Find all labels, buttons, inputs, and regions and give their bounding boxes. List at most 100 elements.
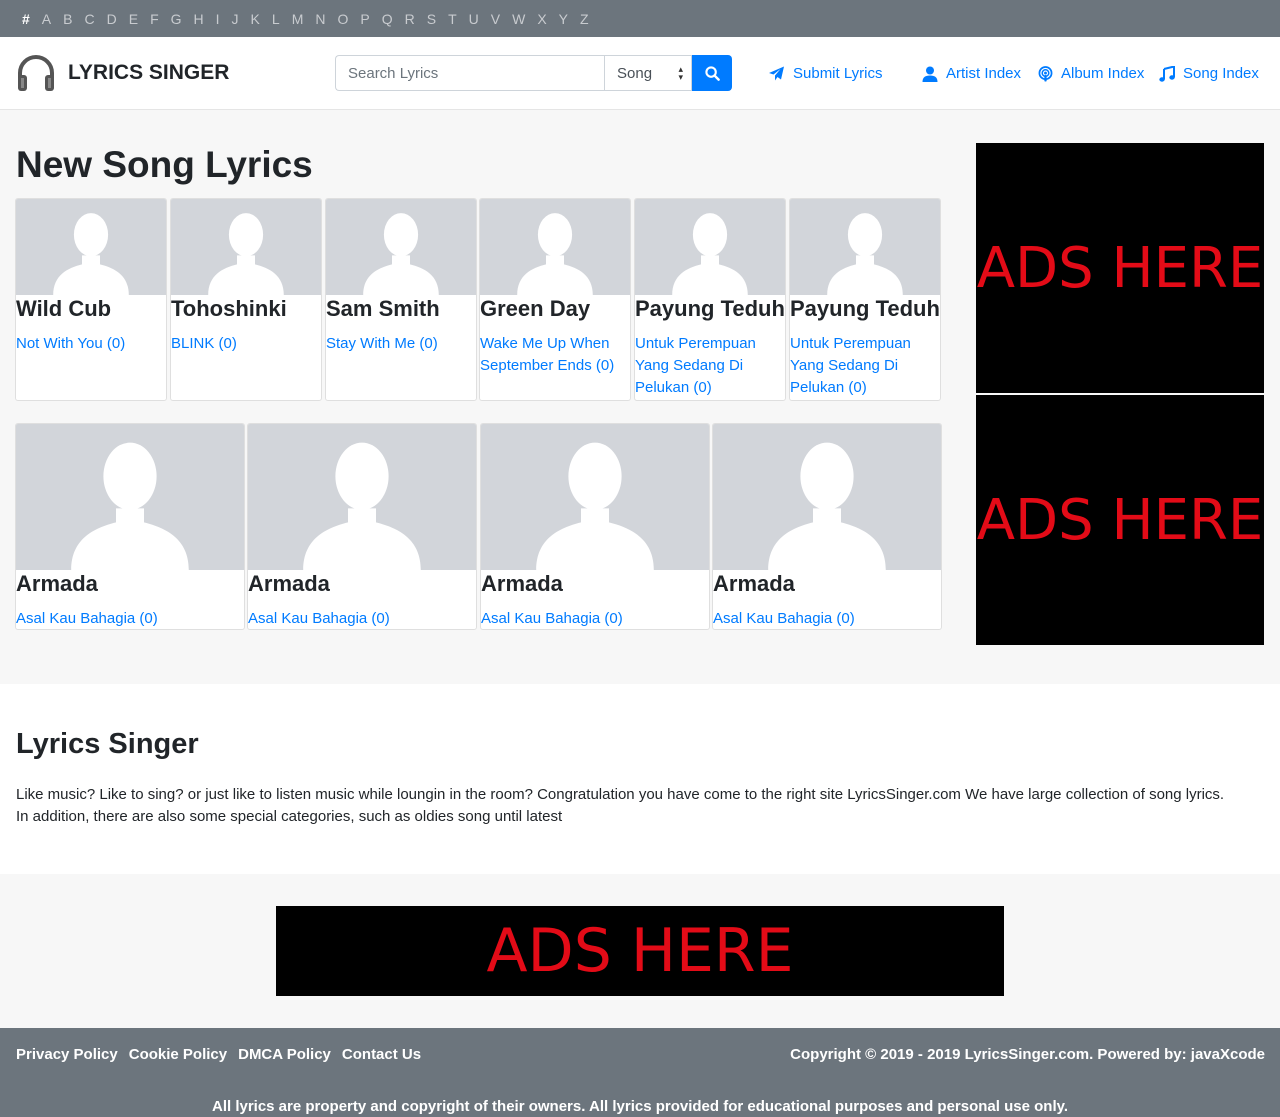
- artist-name-link[interactable]: Armada: [713, 571, 795, 597]
- nav-artist-index[interactable]: Artist Index: [922, 37, 1021, 110]
- nav-album-label: Album Index: [1061, 65, 1145, 82]
- song-title-link[interactable]: Wake Me Up When September Ends (0): [480, 333, 624, 377]
- artist-thumbnail[interactable]: [790, 199, 940, 295]
- artist-name-link[interactable]: Armada: [481, 571, 563, 597]
- search-button[interactable]: [692, 55, 732, 91]
- artist-thumbnail[interactable]: [16, 424, 244, 570]
- footer-link[interactable]: DMCA Policy: [238, 1046, 331, 1063]
- song-title-link[interactable]: Asal Kau Bahagia (0): [16, 608, 238, 629]
- artist-thumbnail[interactable]: [16, 199, 166, 295]
- about-title: Lyrics Singer: [16, 728, 199, 760]
- song-title-link[interactable]: Asal Kau Bahagia (0): [481, 608, 703, 629]
- alphabet-link[interactable]: H: [188, 11, 210, 27]
- nav-song-index[interactable]: Song Index: [1159, 37, 1259, 110]
- person-placeholder-icon: [53, 213, 129, 295]
- nav-submit-lyrics[interactable]: Submit Lyrics: [768, 37, 882, 110]
- about-text-line-1: Like music? Like to sing? or just like t…: [16, 786, 1225, 803]
- footer-link[interactable]: Privacy Policy: [16, 1046, 118, 1063]
- artist-thumbnail[interactable]: [635, 199, 785, 295]
- alphabet-link[interactable]: P: [354, 11, 375, 27]
- alphabet-link[interactable]: Z: [574, 11, 595, 27]
- about-text-line-2: In addition, there are also some special…: [16, 808, 563, 825]
- artist-thumbnail[interactable]: [248, 424, 476, 570]
- about-text: Like music? Like to sing? or just like t…: [16, 784, 1246, 828]
- brand-name: LYRICS SINGER: [68, 61, 230, 84]
- nav-album-index[interactable]: Album Index: [1038, 37, 1144, 110]
- alphabet-link[interactable]: L: [266, 11, 286, 27]
- headphones-logo-icon: [18, 55, 54, 91]
- artist-name-link[interactable]: Payung Teduh: [635, 296, 785, 322]
- artist-name-link[interactable]: Wild Cub: [16, 296, 111, 322]
- song-title-link[interactable]: Asal Kau Bahagia (0): [713, 608, 935, 629]
- paper-plane-icon: [769, 66, 784, 80]
- alphabet-link[interactable]: Q: [376, 11, 399, 27]
- song-card: Green Day Wake Me Up When September Ends …: [479, 198, 631, 401]
- alphabet-link[interactable]: T: [442, 11, 463, 27]
- search-type-select[interactable]: Song ▴ ▾: [604, 55, 692, 91]
- artist-name-link[interactable]: Armada: [16, 571, 98, 597]
- alphabet-link[interactable]: U: [463, 11, 485, 27]
- song-title-link[interactable]: Asal Kau Bahagia (0): [248, 608, 470, 629]
- nav-artist-label: Artist Index: [946, 65, 1022, 82]
- person-placeholder-icon: [71, 442, 189, 570]
- song-title-link[interactable]: Untuk Perempuan Yang Sedang Di Pelukan (…: [635, 333, 779, 399]
- alphabet-link[interactable]: R: [399, 11, 421, 27]
- ad-banner-top[interactable]: ADS HERE: [976, 143, 1264, 393]
- song-card: Armada Asal Kau Bahagia (0): [712, 423, 942, 630]
- alphabet-link[interactable]: Y: [553, 11, 574, 27]
- person-placeholder-icon: [208, 213, 284, 295]
- alphabet-link[interactable]: F: [144, 11, 165, 27]
- song-title-link[interactable]: BLINK (0): [171, 333, 315, 355]
- nav-song-label: Song Index: [1183, 65, 1259, 82]
- alphabet-link[interactable]: D: [101, 11, 123, 27]
- artist-name-link[interactable]: Armada: [248, 571, 330, 597]
- search-input[interactable]: [335, 55, 604, 91]
- alphabet-link[interactable]: E: [123, 11, 144, 27]
- alphabet-bar: # A B C D E F G H I J K L M N O P Q R S T U V W X Y Z: [0, 0, 1280, 37]
- artist-name-link[interactable]: Sam Smith: [326, 296, 440, 322]
- alphabet-link[interactable]: W: [506, 11, 531, 27]
- alphabet-link[interactable]: N: [309, 11, 331, 27]
- alphabet-link[interactable]: #: [16, 11, 36, 27]
- alphabet-link[interactable]: O: [331, 11, 354, 27]
- user-icon: [922, 66, 938, 82]
- brand[interactable]: LYRICS SINGER: [16, 53, 229, 93]
- artist-name-link[interactable]: Tohoshinki: [171, 296, 287, 322]
- alphabet-link[interactable]: G: [165, 11, 188, 27]
- ad-banner-leaderboard[interactable]: ADS HERE: [276, 906, 1004, 996]
- song-card: Armada Asal Kau Bahagia (0): [480, 423, 710, 630]
- artist-thumbnail[interactable]: [481, 424, 709, 570]
- artist-thumbnail[interactable]: [326, 199, 476, 295]
- search-form: Song ▴▾: [335, 55, 732, 91]
- alphabet-link[interactable]: I: [210, 11, 226, 27]
- alphabet-link[interactable]: X: [531, 11, 552, 27]
- person-placeholder-icon: [672, 213, 748, 295]
- alphabet-link[interactable]: K: [245, 11, 266, 27]
- artist-thumbnail[interactable]: [171, 199, 321, 295]
- footer-link[interactable]: Cookie Policy: [129, 1046, 227, 1063]
- artist-thumbnail[interactable]: [713, 424, 941, 570]
- song-card: Armada Asal Kau Bahagia (0): [15, 423, 245, 630]
- alphabet-link[interactable]: J: [226, 11, 245, 27]
- alphabet-link[interactable]: S: [421, 11, 442, 27]
- song-card: Sam Smith Stay With Me (0): [325, 198, 477, 401]
- song-title-link[interactable]: Stay With Me (0): [326, 333, 470, 355]
- search-icon: [704, 65, 720, 81]
- artist-name-link[interactable]: Green Day: [480, 296, 590, 322]
- song-title-link[interactable]: Untuk Perempuan Yang Sedang Di Pelukan (…: [790, 333, 934, 399]
- site-header: LYRICS SINGER Song ▴▾ Submit Lyrics Arti…: [0, 37, 1280, 110]
- bottom-ad-band: ADS HERE: [0, 874, 1280, 1028]
- alphabet-link[interactable]: A: [36, 11, 57, 27]
- alphabet-link[interactable]: C: [78, 11, 100, 27]
- song-card: Payung Teduh Untuk Perempuan Yang Sedang …: [634, 198, 786, 401]
- music-note-icon: [1159, 65, 1175, 82]
- ad-banner-bottom[interactable]: ADS HERE: [976, 395, 1264, 645]
- alphabet-link[interactable]: M: [286, 11, 310, 27]
- alphabet-link[interactable]: V: [485, 11, 506, 27]
- song-title-link[interactable]: Not With You (0): [16, 333, 160, 355]
- footer-link[interactable]: Contact Us: [342, 1046, 421, 1063]
- artist-name-link[interactable]: Payung Teduh: [790, 296, 940, 322]
- alphabet-link[interactable]: B: [57, 11, 78, 27]
- main-content: New Song Lyrics ADS HERE ADS HERE Wild C…: [0, 110, 1280, 684]
- artist-thumbnail[interactable]: [480, 199, 630, 295]
